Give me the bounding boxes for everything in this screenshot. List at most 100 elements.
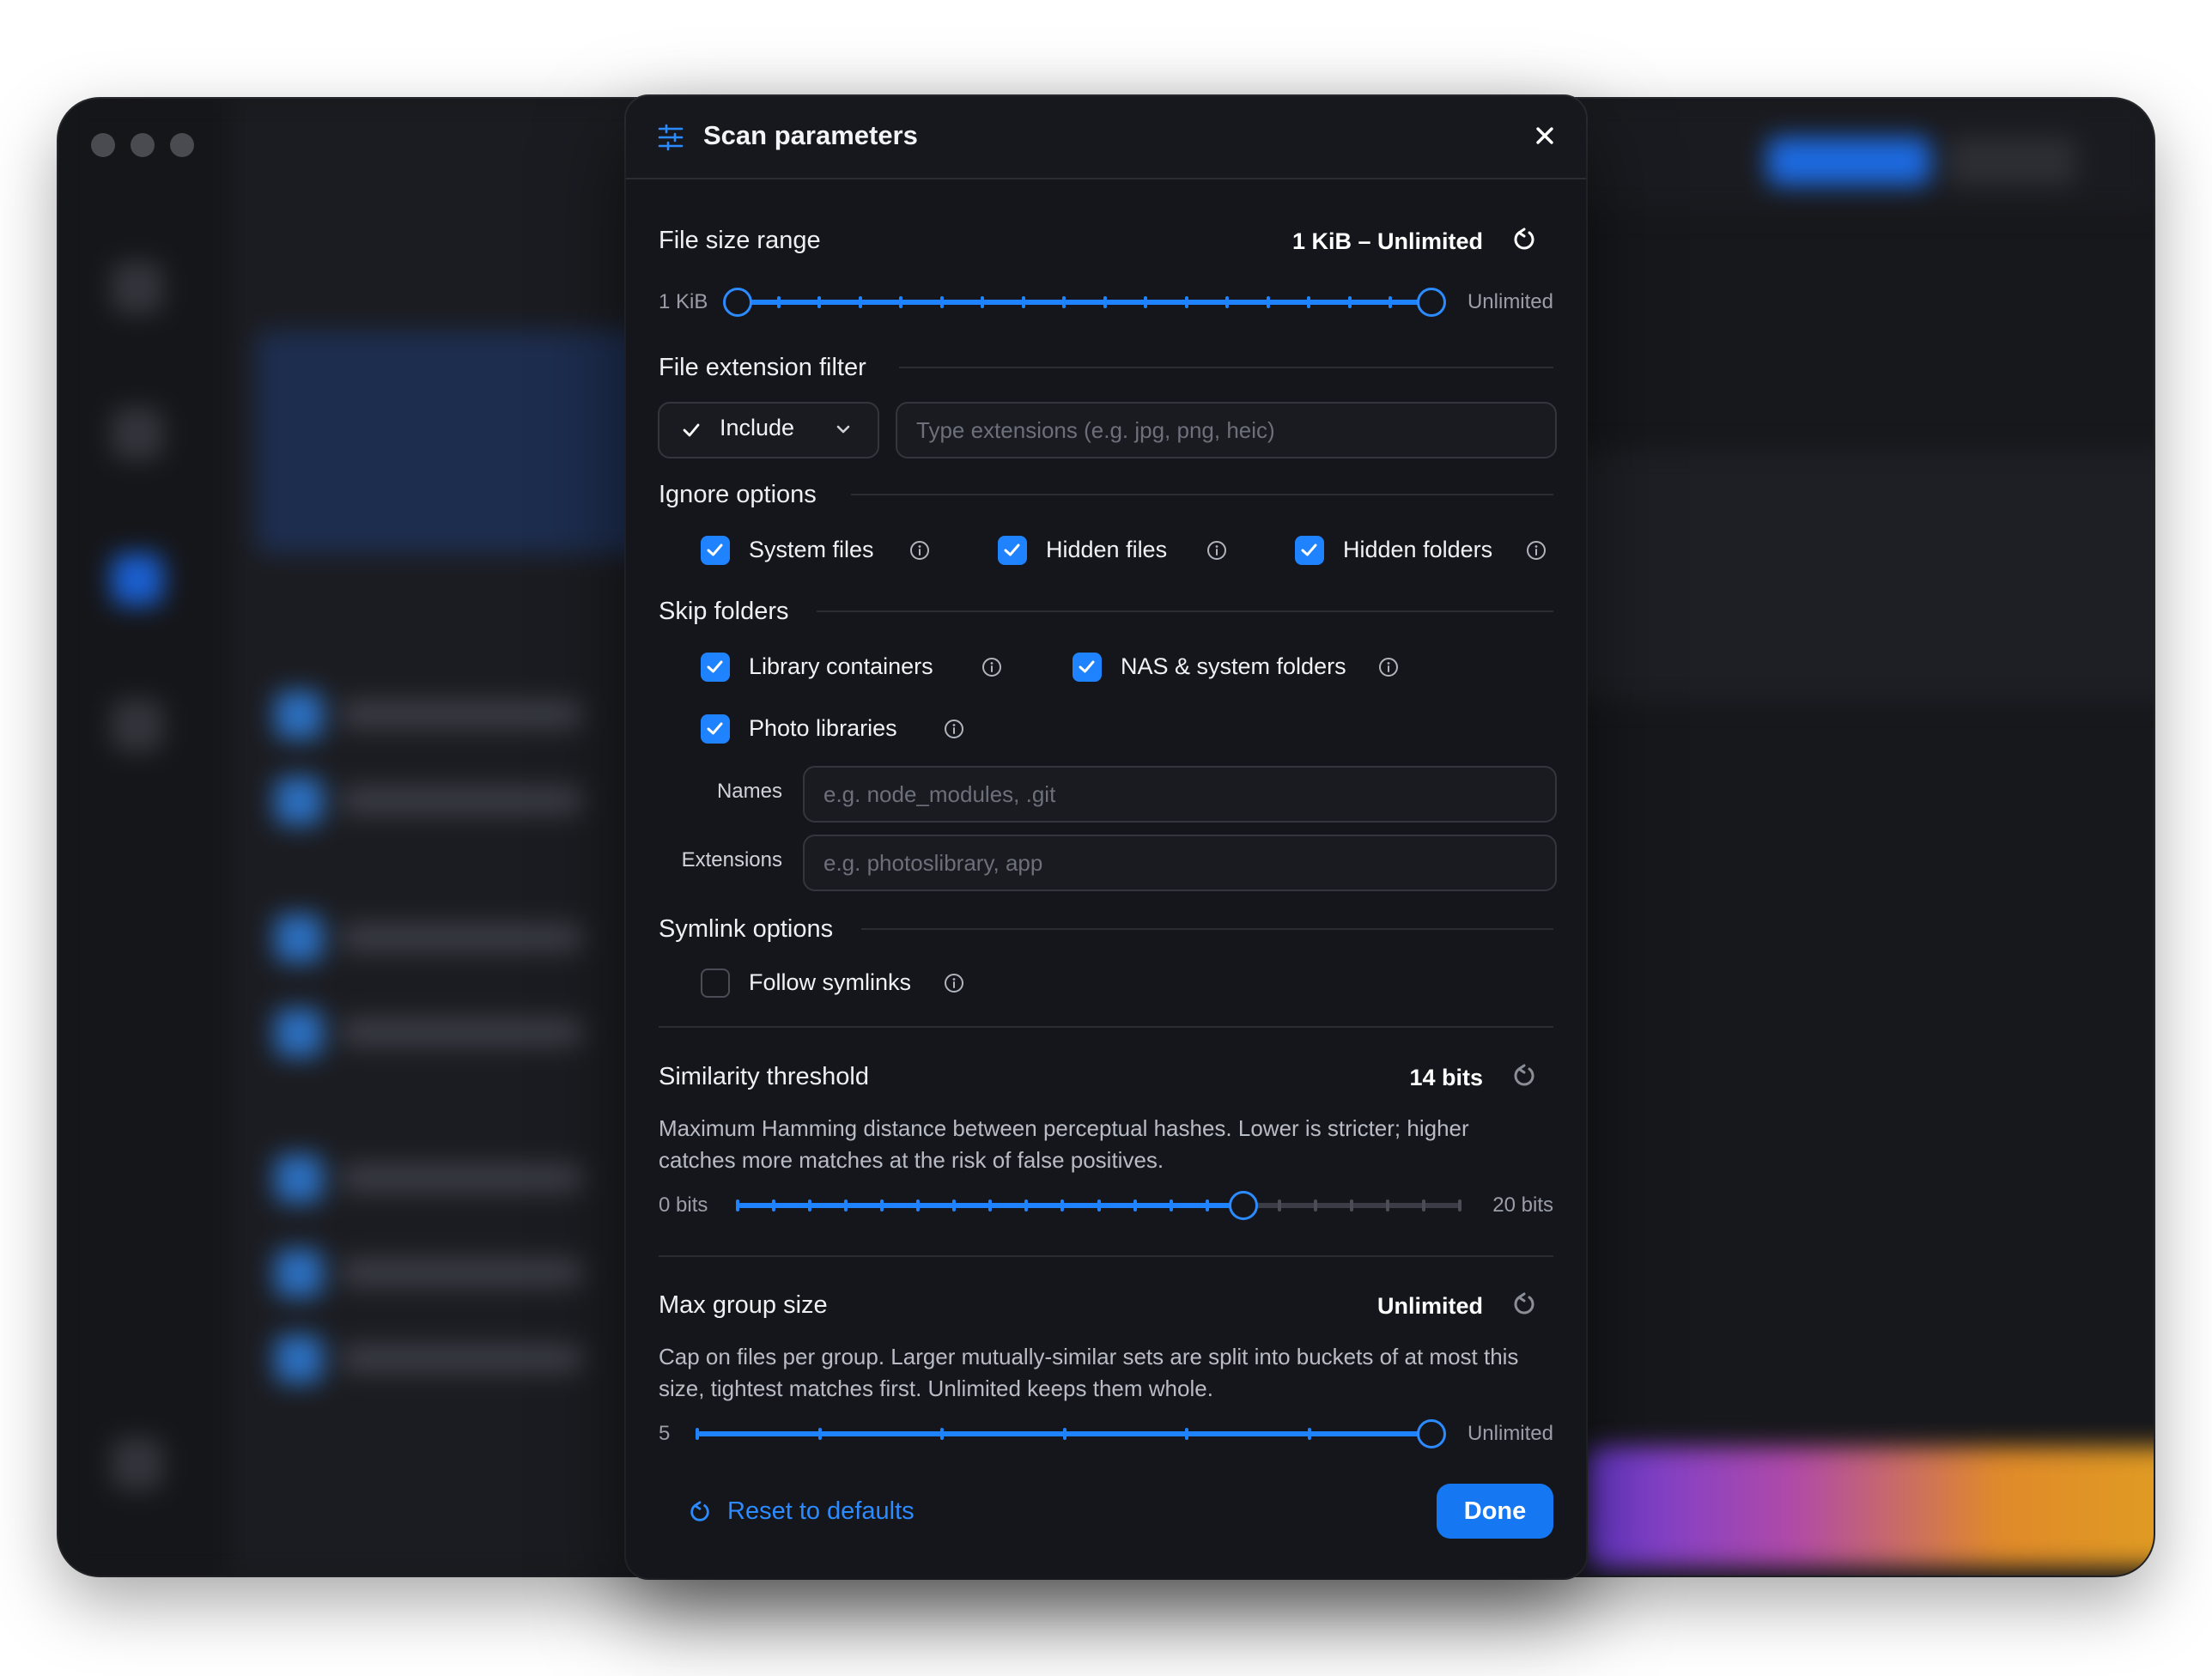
- extension-input[interactable]: [897, 404, 1555, 457]
- photo-libraries-checkbox[interactable]: [701, 714, 730, 744]
- bg-row: [342, 1163, 582, 1193]
- symlink-options-label: Symlink options: [659, 915, 834, 943]
- bg-sidebar-item: [112, 262, 163, 313]
- slider-tick: [1385, 1199, 1389, 1211]
- nas-system-folders-label: NAS & system folders: [1121, 653, 1346, 679]
- nas-system-folders-checkbox[interactable]: [1073, 653, 1102, 682]
- info-icon[interactable]: [981, 657, 1002, 677]
- extension-mode-value: Include: [720, 415, 795, 440]
- slider-tick: [1307, 296, 1311, 308]
- slider-fill: [738, 300, 1431, 305]
- slider-tick: [952, 1199, 957, 1211]
- slider-tick: [1024, 1199, 1029, 1211]
- slider-tick: [772, 1199, 776, 1211]
- close-icon[interactable]: [1529, 120, 1560, 151]
- window-traffic-lights: [91, 133, 194, 157]
- extension-filter-label: File extension filter: [659, 354, 866, 381]
- photo-libraries-label: Photo libraries: [749, 715, 897, 741]
- bg-sidebar-item: [112, 1438, 163, 1490]
- slider-tick: [988, 1199, 993, 1211]
- max-group-description: Cap on files per group. Larger mutually-…: [659, 1344, 1519, 1401]
- library-containers-checkbox[interactable]: [701, 653, 730, 682]
- names-input-wrap: [803, 766, 1557, 823]
- reset-icon[interactable]: [1511, 227, 1537, 252]
- bg-row-icon: [275, 1009, 323, 1057]
- slider-tick: [1313, 1199, 1317, 1211]
- slider-thumb[interactable]: [1228, 1191, 1258, 1220]
- maximize-window-dot[interactable]: [170, 133, 194, 157]
- reset-icon[interactable]: [1511, 1063, 1537, 1089]
- slider-tick: [1205, 1199, 1209, 1211]
- slider-tick: [1277, 1199, 1281, 1211]
- bg-gradient-banner: [1587, 1447, 2154, 1567]
- done-button[interactable]: Done: [1437, 1484, 1553, 1539]
- slider-thumb[interactable]: [1417, 288, 1446, 317]
- minimize-window-dot[interactable]: [131, 133, 155, 157]
- close-window-dot[interactable]: [91, 133, 115, 157]
- slider-tick: [1389, 296, 1393, 308]
- extension-input-wrap: [896, 402, 1557, 458]
- reset-defaults-button[interactable]: Reset to defaults: [688, 1497, 915, 1526]
- follow-symlinks-checkbox[interactable]: [701, 969, 730, 998]
- bg-row: [342, 923, 582, 952]
- system-files-checkbox[interactable]: [701, 536, 730, 565]
- names-label: Names: [716, 780, 782, 803]
- info-icon[interactable]: [1206, 540, 1227, 561]
- check-icon: [683, 423, 700, 437]
- slider-tick: [1225, 296, 1230, 308]
- slider-tick: [1266, 296, 1270, 308]
- ignore-options-label: Ignore options: [659, 481, 817, 508]
- section-divider: [899, 367, 1553, 368]
- info-icon[interactable]: [1378, 657, 1399, 677]
- similarity-max-label: 20 bits: [1492, 1193, 1553, 1217]
- slider-tick: [1060, 1199, 1065, 1211]
- check-icon: [707, 660, 723, 673]
- info-icon[interactable]: [944, 973, 964, 993]
- bg-sidebar-item: [112, 554, 163, 605]
- bg-row-icon: [275, 777, 323, 825]
- slider-thumb[interactable]: [723, 288, 752, 317]
- reset-defaults-label: Reset to defaults: [727, 1497, 915, 1525]
- slider-tick: [1021, 296, 1025, 308]
- slider-tick: [736, 1199, 739, 1211]
- check-icon: [1301, 543, 1317, 556]
- info-icon[interactable]: [1526, 540, 1547, 561]
- hidden-files-checkbox[interactable]: [998, 536, 1027, 565]
- check-icon: [1079, 660, 1095, 673]
- hidden-files-label: Hidden files: [1046, 537, 1168, 562]
- info-icon[interactable]: [909, 540, 930, 561]
- slider-tick: [1421, 1199, 1425, 1211]
- bg-secondary-button: [1948, 137, 2076, 185]
- extensions-label: Extensions: [681, 848, 782, 871]
- library-containers-label: Library containers: [749, 653, 933, 679]
- slider-tick: [1349, 1199, 1353, 1211]
- hidden-folders-label: Hidden folders: [1343, 537, 1493, 562]
- hidden-folders-checkbox[interactable]: [1295, 536, 1324, 565]
- bg-row-icon: [275, 1155, 323, 1203]
- sliders-icon: [658, 124, 684, 151]
- names-input[interactable]: [805, 768, 1555, 821]
- slider-tick: [1062, 296, 1066, 308]
- reset-icon[interactable]: [1511, 1291, 1537, 1317]
- file-size-min-label: 1 KiB: [659, 290, 708, 313]
- file-size-value: 1 KiB – Unlimited: [1291, 228, 1483, 254]
- skip-extensions-input[interactable]: [805, 836, 1555, 890]
- file-size-max-label: Unlimited: [1467, 290, 1553, 313]
- follow-symlinks-label: Follow symlinks: [749, 969, 912, 995]
- slider-tick: [939, 296, 944, 308]
- bg-row: [342, 786, 582, 815]
- slider-tick: [981, 296, 985, 308]
- slider-tick: [844, 1199, 848, 1211]
- section-divider: [851, 494, 1553, 495]
- reset-icon: [690, 1500, 709, 1521]
- bg-row-icon: [275, 691, 323, 739]
- extension-mode-select[interactable]: Include: [658, 402, 879, 458]
- chevron-down-icon: [836, 425, 850, 434]
- slider-tick: [1144, 296, 1148, 308]
- slider-tick: [916, 1199, 921, 1211]
- bg-row: [342, 1344, 582, 1373]
- bg-row-icon: [275, 1335, 323, 1383]
- slider-tick: [1169, 1199, 1173, 1211]
- info-icon[interactable]: [944, 719, 964, 739]
- slider-thumb[interactable]: [1417, 1419, 1446, 1448]
